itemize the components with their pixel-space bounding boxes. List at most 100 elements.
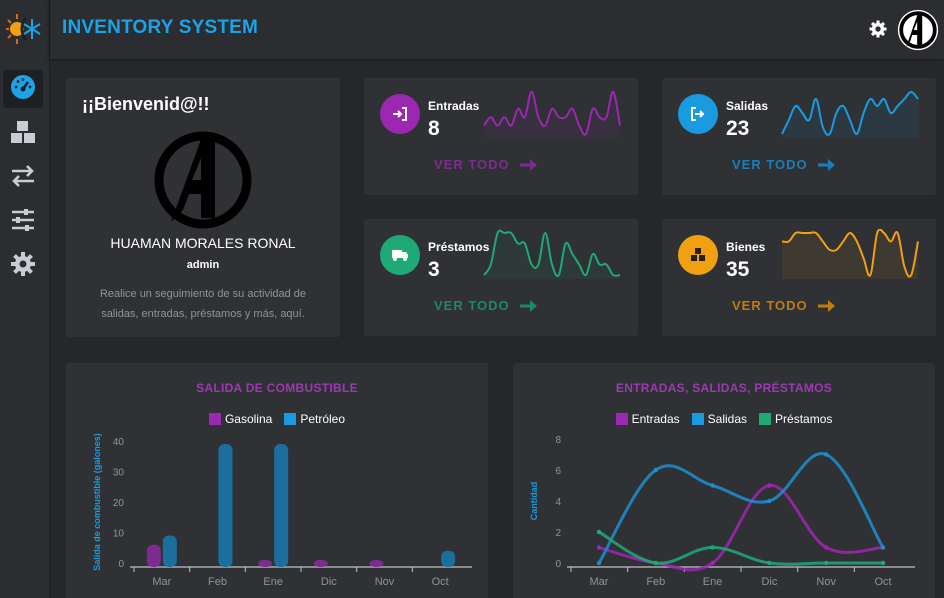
- data-point: [710, 560, 715, 566]
- welcome-title: ¡¡Bienvenid@!!: [82, 94, 210, 114]
- exchange-icon: [10, 164, 36, 193]
- y-tick-label: 4: [555, 497, 561, 508]
- sparkline: [781, 90, 919, 138]
- x-tick-label: Feb: [646, 576, 665, 588]
- x-tick-label: Mar: [590, 576, 609, 588]
- line-chart: 0 2 4 6 8 Mar Feb Ene Dic Nov Oct Cantidad: [529, 435, 915, 588]
- fuel-output-chart-card: SALIDA DE COMBUSTIBLE Gasolina Petróleo …: [66, 363, 488, 598]
- y-axis: 0 10 20 30 40: [113, 437, 125, 570]
- data-point: [824, 452, 829, 457]
- bar: [218, 444, 233, 567]
- truck-icon: [380, 235, 420, 275]
- view-all-link[interactable]: VER TODO: [732, 157, 836, 172]
- boxes-icon: [10, 120, 36, 149]
- data-point: [880, 560, 886, 566]
- sparkline-area: [484, 230, 620, 279]
- user-role: admin: [186, 259, 220, 271]
- arrow-right-icon: [519, 158, 537, 171]
- view-all-link[interactable]: VER TODO: [434, 157, 538, 172]
- stat-card-salidas: Salidas 23 VER TODO: [662, 78, 936, 195]
- app-logo: [4, 10, 42, 48]
- data-point: [653, 560, 658, 566]
- data-point: [767, 498, 772, 504]
- settings-gear-icon[interactable]: [868, 19, 888, 39]
- bar: [369, 559, 384, 567]
- user-avatar[interactable]: [897, 9, 939, 51]
- sliders-icon: [10, 208, 36, 237]
- data-point: [710, 545, 715, 550]
- x-tick-label: Ene: [703, 576, 723, 588]
- x-tick-label: Oct: [432, 576, 449, 588]
- bar: [162, 535, 177, 567]
- y-axis: 0 2 4 6 8: [555, 435, 561, 570]
- x-tick-label: Oct: [874, 576, 891, 588]
- x-tick-label: Mar: [152, 576, 171, 588]
- bar: [441, 550, 456, 567]
- data-point: [596, 529, 602, 535]
- y-tick-label: 6: [555, 466, 561, 477]
- bar: [313, 559, 328, 567]
- view-all-label: VER TODO: [434, 298, 510, 313]
- stat-label: Entradas: [428, 99, 480, 113]
- sparkline: [483, 229, 621, 279]
- data-point: [824, 560, 829, 566]
- nav-filters[interactable]: [3, 203, 43, 241]
- x-tick-label: Feb: [208, 576, 227, 588]
- stat-value: 35: [726, 258, 750, 281]
- view-all-link[interactable]: VER TODO: [434, 298, 538, 313]
- x-tick-label: Dic: [761, 576, 777, 588]
- data-point: [596, 560, 602, 566]
- nav-inventory[interactable]: [3, 115, 43, 153]
- welcome-card: ¡¡Bienvenid@!! HUAMAN MORALES RONAL admi…: [66, 78, 340, 337]
- dashboard-icon: [10, 74, 36, 105]
- arrow-right-icon: [817, 299, 835, 312]
- sign-in-icon: [380, 94, 420, 134]
- stat-card-bienes: Bienes 35 VER TODO: [662, 219, 936, 336]
- y-tick-label: 20: [113, 498, 125, 509]
- sign-out-icon: [678, 94, 718, 134]
- nav-settings[interactable]: [3, 247, 43, 285]
- x-tick-label: Ene: [263, 576, 283, 588]
- gear-icon: [10, 251, 36, 282]
- data-point: [653, 467, 658, 473]
- stat-label: Salidas: [726, 99, 769, 113]
- stat-label: Bienes: [726, 240, 766, 254]
- nav-dashboard[interactable]: [3, 70, 43, 108]
- x-tick-label: Nov: [816, 576, 836, 588]
- view-all-link[interactable]: VER TODO: [732, 298, 836, 313]
- sparkline-area: [782, 92, 918, 138]
- bar: [274, 444, 289, 567]
- y-tick-label: 40: [113, 437, 125, 448]
- stat-card-prestamos: Préstamos 3 VER TODO: [364, 219, 638, 336]
- series-line: [598, 530, 883, 566]
- sidebar: [0, 0, 50, 598]
- arrow-right-icon: [817, 158, 835, 171]
- sparkline-area: [484, 91, 620, 138]
- data-point: [767, 483, 772, 488]
- stat-card-entradas: Entradas 8 VER TODO: [364, 78, 638, 195]
- dashboard-content: ¡¡Bienvenid@!! HUAMAN MORALES RONAL admi…: [50, 61, 944, 598]
- y-axis-label: Salida de combustible (galones): [92, 433, 102, 571]
- sparkline-area: [782, 229, 918, 279]
- nav-transfers[interactable]: [3, 159, 43, 197]
- data-point: [710, 483, 715, 488]
- bar: [258, 559, 273, 567]
- top-bar: INVENTORY SYSTEM: [50, 0, 944, 60]
- y-tick-label: 2: [555, 528, 561, 539]
- y-tick-label: 8: [555, 435, 561, 446]
- data-point: [824, 545, 829, 550]
- user-name: HUAMAN MORALES RONAL: [110, 235, 296, 251]
- y-axis-label: Cantidad: [529, 482, 539, 521]
- view-all-label: VER TODO: [434, 157, 510, 172]
- stat-value: 3: [428, 258, 440, 281]
- series-line: [597, 452, 885, 564]
- y-tick-label: 0: [118, 559, 124, 570]
- view-all-label: VER TODO: [732, 157, 808, 172]
- sparkline: [781, 229, 919, 279]
- y-tick-label: 0: [555, 559, 561, 570]
- view-all-label: VER TODO: [732, 298, 808, 313]
- x-tick-label: Dic: [321, 576, 337, 588]
- stat-value: 8: [428, 117, 440, 140]
- data-point: [767, 560, 772, 566]
- bar: [146, 544, 161, 567]
